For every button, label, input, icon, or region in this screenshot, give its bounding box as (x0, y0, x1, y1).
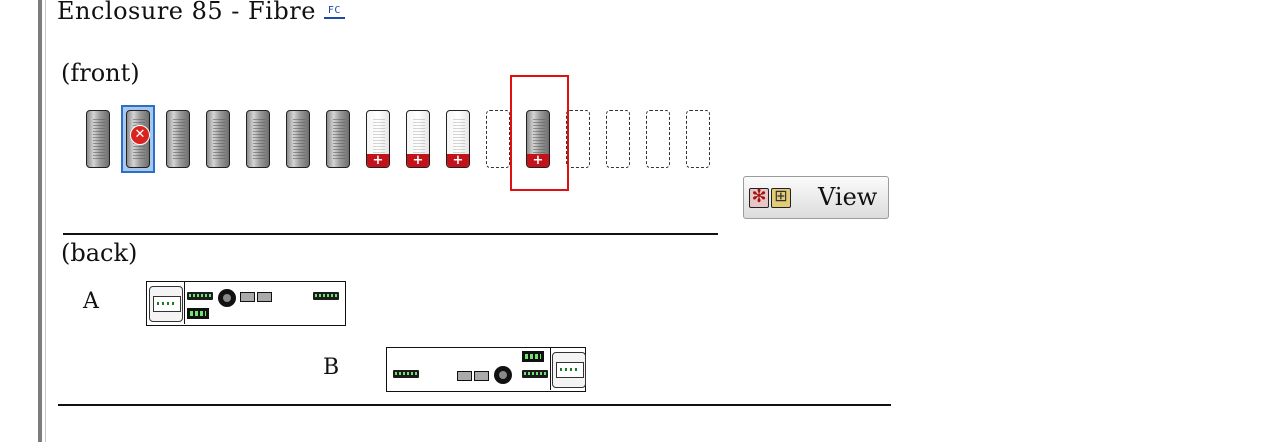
port-icon (187, 292, 213, 300)
module-a-label: A (83, 289, 99, 314)
enclosure-title-text: Enclosure 85 - Fibre (57, 0, 316, 25)
highlighted-slot-marker (510, 75, 569, 191)
drive-slot-1[interactable] (86, 110, 110, 170)
drive-slot-16[interactable] (686, 110, 710, 170)
spare-plus-icon: + (407, 154, 429, 167)
drive-slot-5[interactable] (246, 110, 270, 170)
spare-plus-icon: + (447, 154, 469, 167)
enclosure-title: Enclosure 85 - Fibre FC (57, 0, 345, 25)
back-label: (back) (61, 239, 138, 267)
module-b-fan-icon (552, 352, 586, 388)
failed-icon: ✕ (130, 125, 150, 145)
drive-slot-2[interactable]: ✕ (121, 105, 155, 173)
led-display-icon (187, 308, 209, 319)
left-panel-border (0, 0, 48, 442)
drive-slot-4[interactable] (206, 110, 230, 170)
port-icon (522, 370, 548, 378)
drive-slot-10[interactable]: + (446, 110, 470, 170)
fan-icon (749, 186, 769, 208)
front-divider (63, 233, 718, 235)
port-icon (393, 370, 419, 378)
drive-slot-14[interactable] (606, 110, 630, 170)
fibre-channel-badge[interactable]: FC (323, 5, 345, 19)
drive-slot-11[interactable] (486, 110, 510, 170)
drive-slot-7[interactable] (326, 110, 350, 170)
drive-slot-3[interactable] (166, 110, 190, 170)
module-b-label: B (323, 355, 340, 380)
view-button[interactable]: View (743, 176, 889, 219)
back-divider (58, 404, 891, 406)
network-port-icon (257, 292, 272, 302)
battery-icon (771, 186, 791, 208)
spare-plus-icon: + (367, 154, 389, 167)
network-port-icon (474, 371, 489, 381)
connector-icon (218, 289, 236, 307)
module-a-fan-icon (149, 286, 183, 322)
front-drive-bays: ✕ + + + + (86, 105, 726, 173)
drive-slot-9[interactable]: + (406, 110, 430, 170)
view-button-label: View (818, 183, 878, 211)
port-icon (313, 292, 339, 300)
drive-slot-8[interactable]: + (366, 110, 390, 170)
network-port-icon (457, 371, 472, 381)
led-display-icon (522, 351, 544, 362)
drive-slot-15[interactable] (646, 110, 670, 170)
connector-icon (494, 366, 512, 384)
module-b[interactable] (386, 347, 586, 392)
drive-slot-13[interactable] (566, 110, 590, 170)
network-port-icon (240, 292, 255, 302)
front-label: (front) (61, 59, 140, 87)
drive-slot-6[interactable] (286, 110, 310, 170)
module-a[interactable] (146, 281, 346, 326)
